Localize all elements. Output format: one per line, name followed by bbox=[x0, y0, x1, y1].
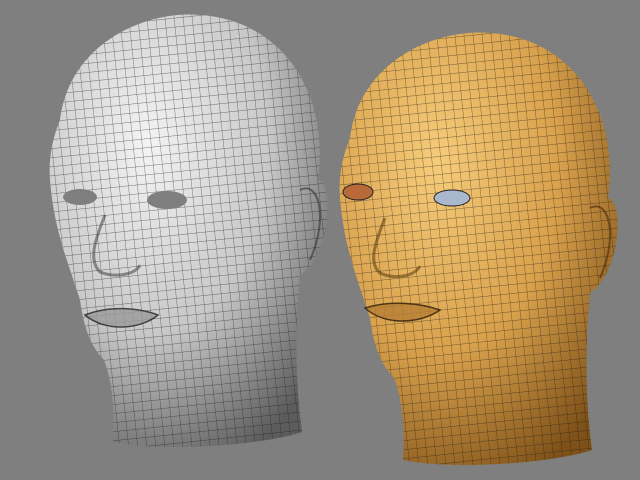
right-eye bbox=[433, 189, 471, 207]
right-eye-socket bbox=[147, 191, 187, 209]
left-eye-socket bbox=[63, 189, 97, 205]
left-eye bbox=[342, 183, 374, 201]
render-canvas bbox=[0, 0, 640, 480]
